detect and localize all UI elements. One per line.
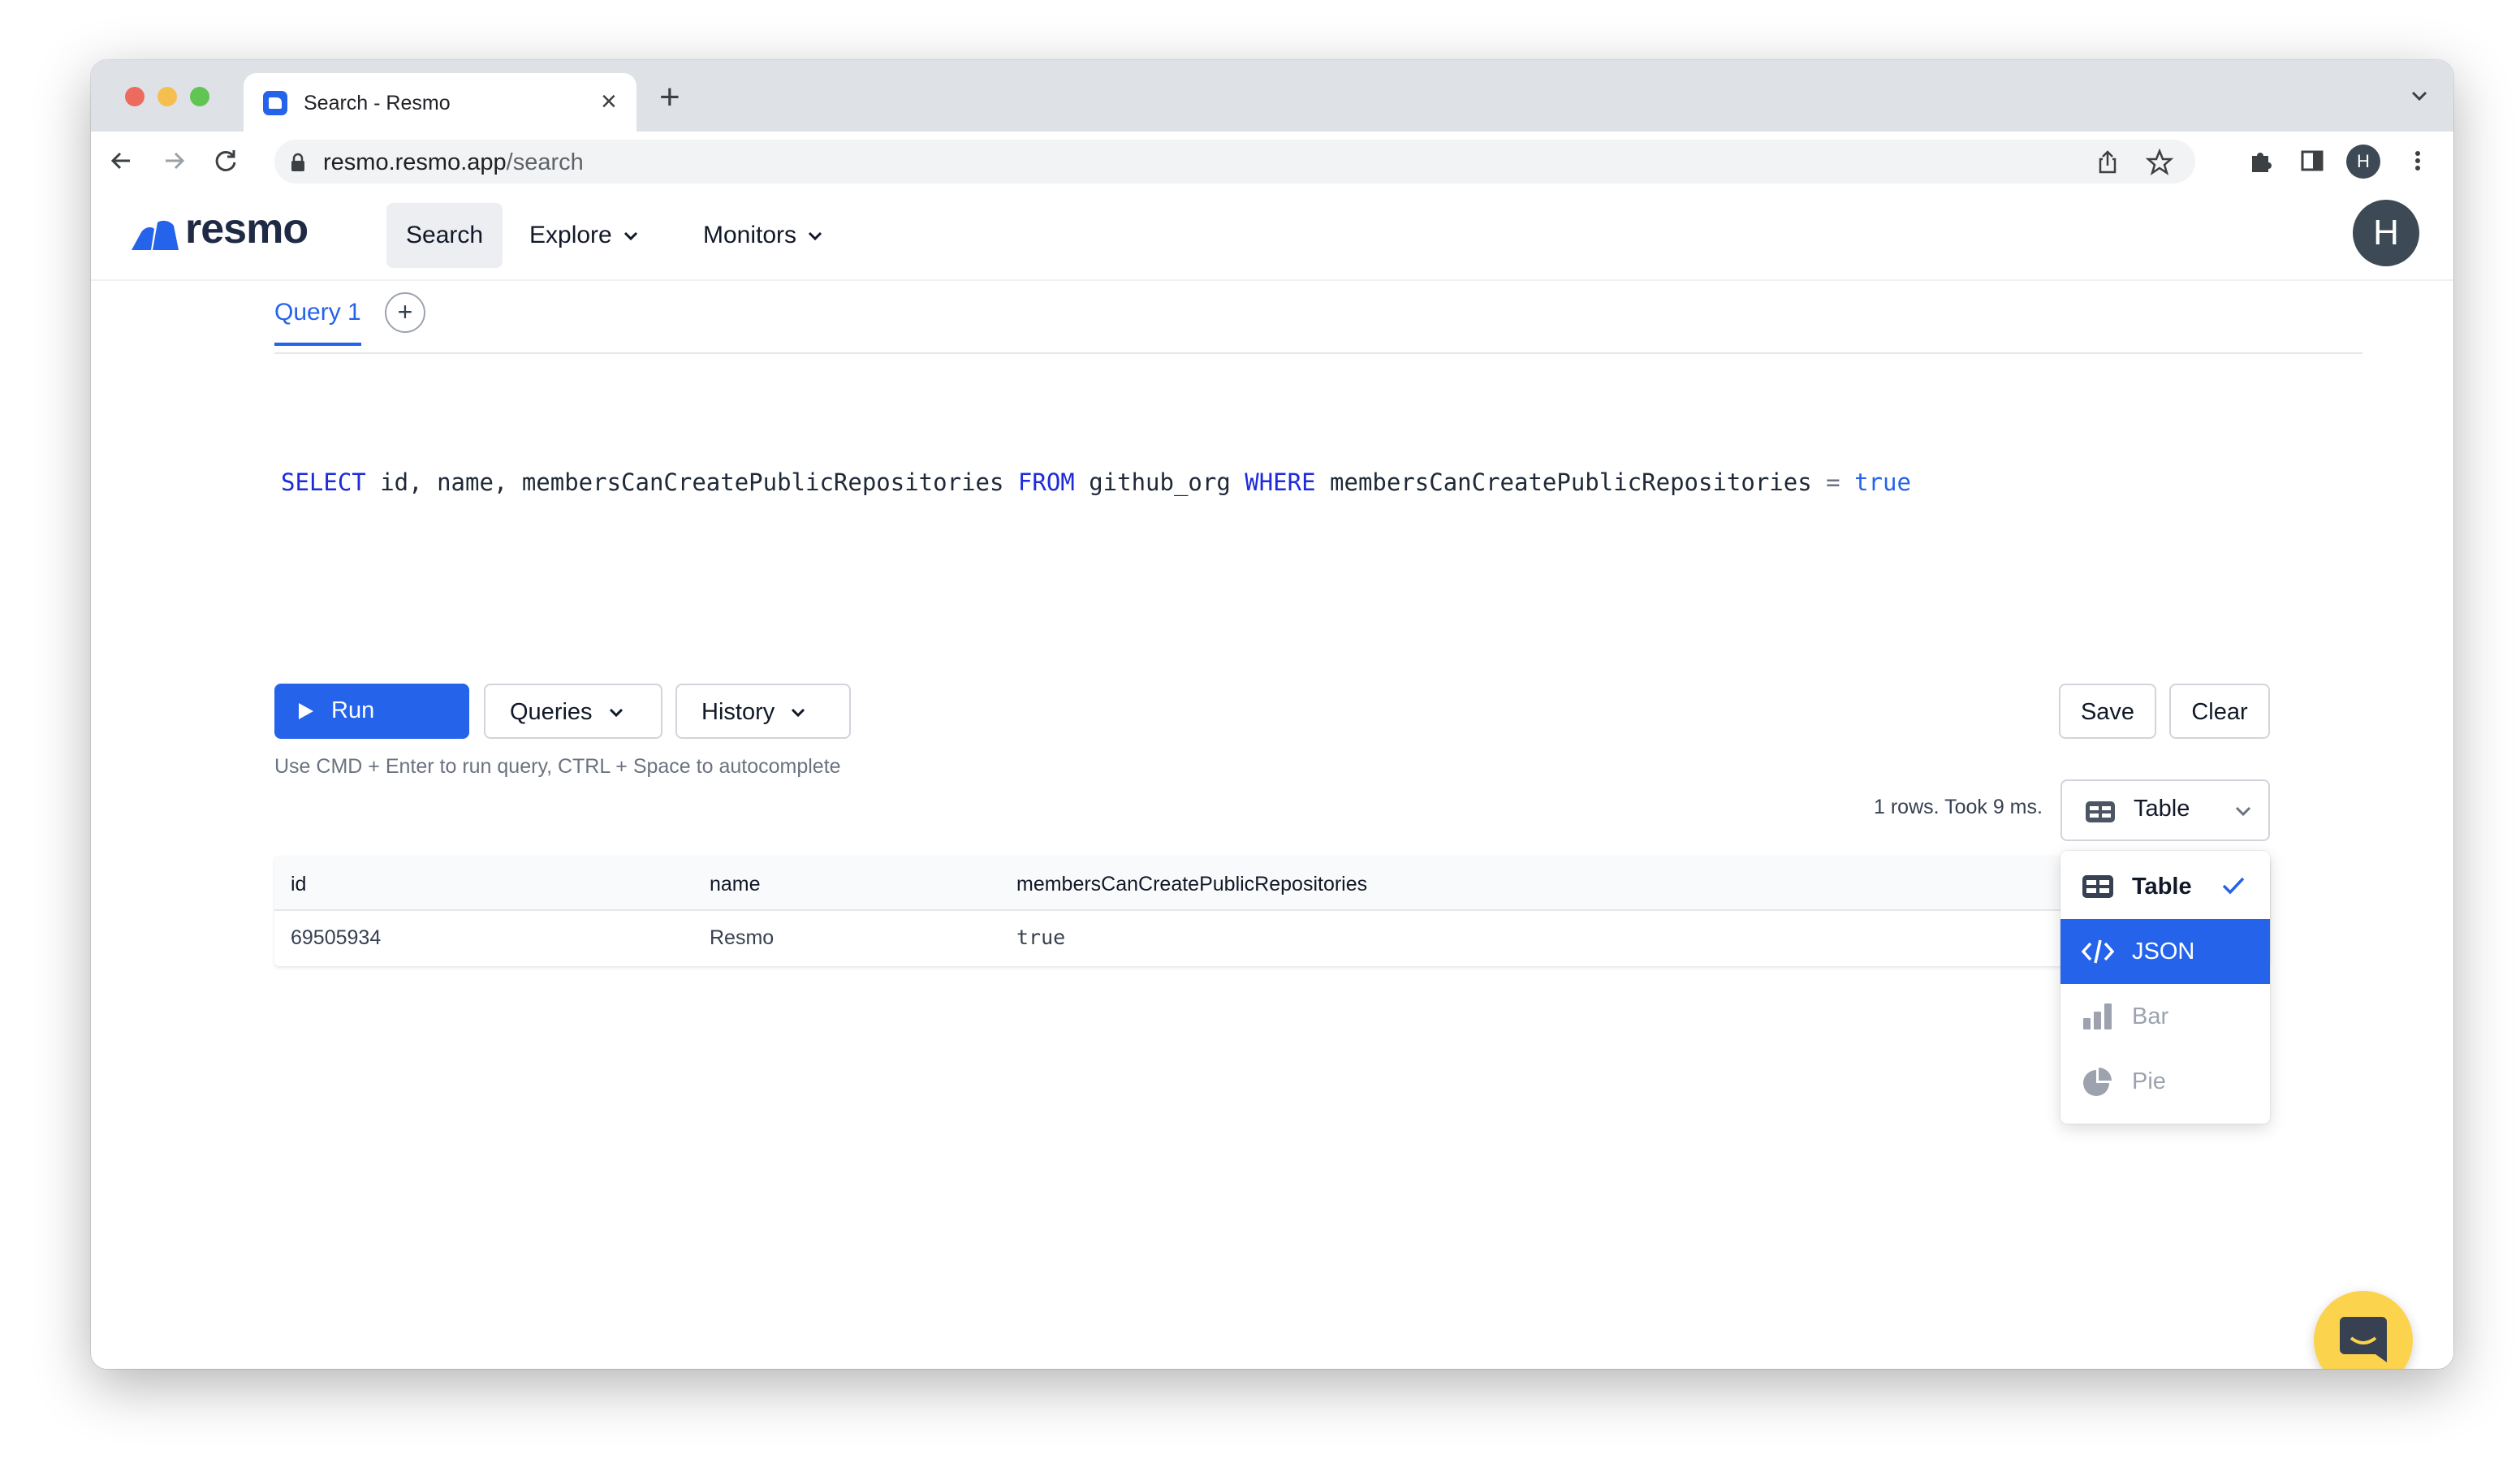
sql-condition: membersCanCreatePublicRepositories (1315, 468, 1827, 496)
lock-icon[interactable] (289, 153, 307, 172)
queries-dropdown-button[interactable]: Queries (484, 684, 662, 739)
sql-keyword-select: SELECT (281, 468, 366, 496)
nav-explore-label: Explore (529, 222, 612, 248)
resmo-favicon-icon (263, 91, 287, 115)
code-icon (2082, 939, 2114, 964)
chevron-down-icon (808, 232, 822, 241)
sql-editor[interactable]: SELECT id, name, membersCanCreatePublicR… (281, 466, 1911, 498)
bar-chart-icon (2083, 1003, 2112, 1029)
sql-keyword-where: WHERE (1245, 468, 1316, 496)
nav-search-label: Search (406, 222, 484, 248)
user-avatar[interactable]: H (2353, 200, 2419, 266)
menu-item-bar-label: Bar (2132, 1003, 2169, 1029)
view-mode-selected: Table (2134, 796, 2190, 822)
side-panel-icon[interactable] (2296, 145, 2328, 177)
cell-id: 69505934 (291, 926, 382, 949)
url-text: resmo.resmo.app/search (323, 149, 584, 175)
sql-operator: = (1826, 468, 1840, 496)
table-icon (2082, 875, 2113, 898)
browser-profile-avatar[interactable]: H (2346, 145, 2380, 179)
browser-tab-title: Search - Resmo (304, 92, 451, 114)
table-row[interactable]: 69505934 Resmo true (274, 911, 2270, 965)
query-stats: 1 rows. Took 9 ms. (1874, 796, 2043, 818)
history-dropdown-button[interactable]: History (675, 684, 851, 739)
extensions-puzzle-icon[interactable] (2244, 145, 2276, 177)
table-header-row: id name membersCanCreatePublicRepositori… (274, 856, 2270, 911)
column-header-members-can-create[interactable]: membersCanCreatePublicRepositories (1016, 872, 1367, 896)
nav-monitors[interactable]: Monitors (684, 203, 842, 268)
app-header: resmo Search Explore Monitors H (91, 190, 2453, 281)
resmo-app: resmo Search Explore Monitors H Query 1 … (91, 190, 2453, 1369)
save-button[interactable]: Save (2059, 684, 2156, 739)
menu-item-pie[interactable]: Pie (2060, 1049, 2270, 1114)
minimize-window-button[interactable] (158, 87, 177, 106)
share-icon[interactable] (2093, 148, 2122, 177)
browser-window: Search - Resmo × + resmo.resmo.app/searc… (91, 60, 2453, 1369)
clear-button[interactable]: Clear (2169, 684, 2270, 739)
cell-members-can-create: true (1016, 926, 1066, 949)
pie-chart-icon (2083, 1068, 2112, 1096)
zoom-window-button[interactable] (190, 87, 209, 106)
queries-label: Queries (510, 699, 593, 725)
sql-keyword-from: FROM (1017, 468, 1075, 496)
table-icon (2086, 801, 2115, 822)
chevron-down-icon (2235, 806, 2251, 817)
menu-item-table[interactable]: Table (2060, 854, 2270, 919)
menu-item-pie-label: Pie (2132, 1068, 2166, 1094)
sql-value: true (1854, 468, 1911, 496)
column-header-id[interactable]: id (291, 872, 306, 896)
more-vertical-icon[interactable] (2401, 145, 2434, 177)
history-label: History (701, 699, 775, 725)
nav-search[interactable]: Search (386, 203, 503, 268)
browser-toolbar: resmo.resmo.app/search H (91, 132, 2453, 192)
resmo-logo-text: resmo (185, 205, 309, 252)
column-header-name[interactable]: name (710, 872, 761, 896)
tab-strip: Search - Resmo × + (91, 60, 2453, 132)
chat-icon (2340, 1317, 2387, 1362)
play-icon (299, 703, 313, 719)
results-table: id name membersCanCreatePublicRepositori… (274, 856, 2270, 966)
chevron-down-icon (792, 709, 805, 718)
menu-item-bar[interactable]: Bar (2060, 984, 2270, 1049)
browser-tab-active[interactable]: Search - Resmo × (244, 73, 636, 132)
sql-table: github_org (1074, 468, 1245, 496)
menu-item-json-label: JSON (2132, 939, 2195, 965)
query-tabs: Query 1 + (274, 281, 2362, 354)
run-query-button[interactable]: Run Query (274, 684, 469, 777)
editor-hint: Use CMD + Enter to run query, CTRL + Spa… (274, 755, 841, 778)
reload-icon[interactable] (209, 145, 242, 177)
view-mode-select[interactable]: Table (2060, 779, 2270, 841)
tab-search-chevron-icon[interactable] (2408, 84, 2431, 107)
forward-arrow-icon[interactable] (158, 145, 190, 177)
sql-columns: id, name, membersCanCreatePublicReposito… (365, 468, 1018, 496)
cell-name: Resmo (710, 926, 775, 949)
close-window-button[interactable] (125, 87, 145, 106)
menu-item-table-label: Table (2132, 874, 2192, 900)
chevron-down-icon (624, 232, 637, 241)
new-tab-button[interactable]: + (659, 80, 680, 115)
menu-item-json[interactable]: JSON (2060, 919, 2270, 984)
nav-explore[interactable]: Explore (510, 203, 658, 268)
nav-monitors-label: Monitors (703, 222, 797, 248)
tab-query-1[interactable]: Query 1 (274, 299, 361, 346)
chat-widget-button[interactable] (2314, 1291, 2413, 1369)
resmo-logo-icon[interactable] (130, 211, 182, 260)
back-arrow-icon[interactable] (106, 145, 138, 177)
view-mode-menu: Table JSON Bar Pie (2060, 851, 2270, 1124)
check-icon (2222, 877, 2245, 895)
add-query-tab-button[interactable]: + (385, 292, 425, 333)
address-bar[interactable]: resmo.resmo.app/search (274, 140, 2195, 183)
close-tab-icon[interactable]: × (601, 88, 617, 115)
chevron-down-icon (609, 709, 623, 718)
bookmark-star-icon[interactable] (2145, 148, 2174, 177)
